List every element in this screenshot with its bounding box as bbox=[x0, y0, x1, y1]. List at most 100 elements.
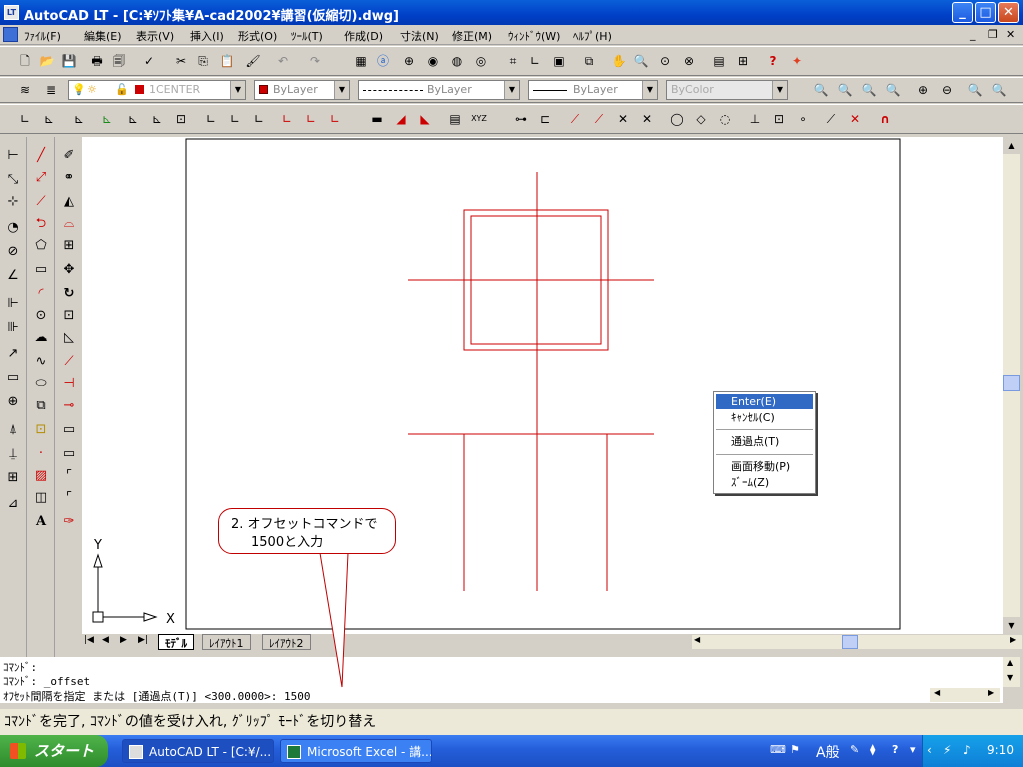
chevron-down-icon[interactable]: ▼ bbox=[642, 81, 657, 99]
line-icon[interactable]: ╱ bbox=[30, 145, 52, 167]
undo-icon[interactable]: ↶ bbox=[274, 52, 292, 70]
web-icon[interactable]: ◉ bbox=[424, 52, 442, 70]
redo-icon[interactable]: ↷ bbox=[306, 52, 324, 70]
scroll-up-arrow[interactable]: ▲ bbox=[1003, 137, 1020, 154]
ucs-x-icon[interactable]: ∟ bbox=[226, 110, 244, 128]
dim-continue-icon[interactable]: ⊪ bbox=[2, 317, 24, 339]
command-window[interactable]: ｺﾏﾝﾄﾞ: ｺﾏﾝﾄﾞ: _offset ｵﾌｾｯﾄ間隔を指定 または [通過… bbox=[0, 657, 1003, 703]
rotate-icon[interactable]: ↻ bbox=[58, 283, 80, 305]
menu-item-through[interactable]: 通過点(T) bbox=[716, 434, 813, 449]
lengthen-icon[interactable]: ⟋ bbox=[58, 351, 80, 373]
array-icon[interactable]: ⊞ bbox=[58, 235, 80, 257]
doc-restore-button[interactable]: ❐ bbox=[988, 28, 998, 41]
horizontal-scrollbar[interactable]: ◀ ▶ bbox=[692, 635, 1022, 649]
mirror-icon[interactable]: ◭ bbox=[58, 191, 80, 213]
polygon-icon[interactable]: ⮌ bbox=[30, 213, 52, 235]
spell-check-icon[interactable]: ✓ bbox=[140, 52, 158, 70]
make-block-icon[interactable]: ⊡ bbox=[30, 419, 52, 441]
new-file-icon[interactable]: 🗋 bbox=[16, 52, 34, 70]
browse-web-icon[interactable]: ◍ bbox=[448, 52, 466, 70]
doc-minimize-button[interactable]: _ bbox=[970, 28, 976, 41]
ucs-world-icon[interactable]: ∟ bbox=[16, 110, 34, 128]
dim-linear-icon[interactable]: ⊢ bbox=[2, 145, 24, 167]
clock[interactable]: 9:10 bbox=[987, 743, 1014, 757]
ime-tools-icon[interactable]: ⧫ bbox=[870, 743, 875, 756]
cmd-scroll-down-arrow[interactable]: ▼ bbox=[1007, 673, 1013, 682]
ime-pad-icon[interactable]: ✎ bbox=[850, 743, 859, 756]
scale-icon[interactable]: ⊡ bbox=[58, 305, 80, 327]
prev-tab-button[interactable]: ◀ bbox=[102, 635, 109, 645]
center-mark-icon[interactable]: ⊕ bbox=[2, 391, 24, 413]
menu-tools[interactable]: ﾂｰﾙ(T) bbox=[291, 28, 323, 44]
xyz-filter-icon[interactable]: XYZ bbox=[470, 110, 488, 128]
menu-dimension[interactable]: 寸法(N) bbox=[400, 28, 439, 44]
ime-help-icon[interactable]: ? bbox=[892, 743, 898, 756]
zoom-realtime-icon[interactable]: 🔍 bbox=[632, 52, 650, 70]
snap-perpendicular-icon[interactable]: ⊥ bbox=[746, 110, 764, 128]
save-icon[interactable]: 💾 bbox=[60, 52, 78, 70]
rectangle-draw-icon[interactable]: ▭ bbox=[30, 259, 52, 281]
last-tab-button[interactable]: ▶| bbox=[138, 635, 148, 645]
ucs-rotate-z-icon[interactable]: ∟ bbox=[326, 110, 344, 128]
dim-edit-icon[interactable]: ⍋ bbox=[2, 419, 24, 441]
dimension-aligned-icon[interactable]: ◢ bbox=[392, 110, 410, 128]
properties-icon[interactable]: ▤ bbox=[710, 52, 728, 70]
scroll-right-arrow[interactable]: ▶ bbox=[1010, 635, 1016, 644]
scroll-down-arrow[interactable]: ▼ bbox=[1003, 617, 1020, 634]
snap-endpoint-icon[interactable]: ⌗ bbox=[504, 52, 522, 70]
close-button[interactable]: ✕ bbox=[998, 2, 1019, 23]
menu-format[interactable]: 形式(O) bbox=[238, 28, 277, 44]
drawing-area[interactable]: Y X bbox=[82, 137, 1003, 634]
extend-icon[interactable]: ⊸ bbox=[58, 395, 80, 417]
menu-help[interactable]: ﾍﾙﾌﾟ(H) bbox=[573, 28, 612, 44]
leader-icon[interactable]: ↗ bbox=[2, 343, 24, 365]
menu-item-zoom[interactable]: ｽﾞｰﾑ(Z) bbox=[716, 475, 813, 490]
cmd-scroll-right-arrow[interactable]: ▶ bbox=[988, 688, 994, 697]
ucs-rotate-x-icon[interactable]: ∟ bbox=[302, 110, 320, 128]
dim-diameter-icon[interactable]: ⊘ bbox=[2, 241, 24, 263]
chevron-down-icon[interactable]: ▼ bbox=[230, 81, 245, 99]
print-preview-icon[interactable]: 🗐 bbox=[110, 52, 128, 70]
dim-radius-icon[interactable]: ◔ bbox=[2, 217, 24, 239]
snap-tangent-icon[interactable]: ◌ bbox=[716, 110, 734, 128]
layer-dropdown[interactable]: 💡 ☼ 🔓 1CENTER ▼ bbox=[68, 80, 246, 100]
adcenter-icon[interactable]: ⊞ bbox=[734, 52, 752, 70]
snap-tracking-icon[interactable]: ⊏ bbox=[536, 110, 554, 128]
ime-icon[interactable]: ⚑ bbox=[790, 743, 800, 756]
spline-icon[interactable]: ∿ bbox=[30, 351, 52, 373]
ime-mode[interactable]: A般 bbox=[816, 742, 840, 762]
minimize-button[interactable]: _ bbox=[952, 2, 973, 23]
match-properties-icon[interactable]: 🖌 bbox=[244, 52, 262, 70]
linetype-dropdown[interactable]: ByLayer ▼ bbox=[358, 80, 520, 100]
ucs-3point-icon[interactable]: ∟ bbox=[202, 110, 220, 128]
offset-icon[interactable]: ⌓ bbox=[58, 213, 80, 235]
zoom-center-icon[interactable]: 🔍 bbox=[884, 81, 902, 99]
open-file-icon[interactable]: 📂 bbox=[38, 52, 56, 70]
scroll-thumb[interactable] bbox=[1003, 375, 1020, 391]
publish-web-icon[interactable]: ◎ bbox=[472, 52, 490, 70]
dim-baseline-icon[interactable]: ⊩ bbox=[2, 293, 24, 315]
dim-text-edit-icon[interactable]: ⍊ bbox=[2, 443, 24, 465]
menu-window[interactable]: ｳｨﾝﾄﾞｳ(W) bbox=[508, 28, 560, 44]
doc-close-button[interactable]: ✕ bbox=[1006, 28, 1015, 41]
chevron-down-icon[interactable]: ▼ bbox=[334, 81, 349, 99]
snap-quadrant-icon[interactable]: ◇ bbox=[692, 110, 710, 128]
polyline-icon[interactable]: ⟋ bbox=[30, 191, 52, 213]
dim-style-icon[interactable]: ⊿ bbox=[2, 493, 24, 515]
ucs-previous-icon[interactable]: ⊾ bbox=[40, 110, 58, 128]
taskbar-item-autocad[interactable]: AutoCAD LT - [C:¥/... bbox=[122, 739, 274, 763]
dim-angular-icon[interactable]: ∠ bbox=[2, 265, 24, 287]
tab-layout1[interactable]: ﾚｲｱｳﾄ1 bbox=[202, 634, 251, 650]
rectangle-icon[interactable]: ⬠ bbox=[30, 235, 52, 257]
dim-ordinate-icon[interactable]: ⊹ bbox=[2, 191, 24, 213]
move-icon[interactable]: ✥ bbox=[58, 259, 80, 281]
h-scroll-thumb[interactable] bbox=[842, 635, 858, 649]
ucs-object-icon[interactable]: ⊾ bbox=[70, 110, 88, 128]
snap-endpoint-icon[interactable]: ⊶ bbox=[512, 110, 530, 128]
break-point-icon[interactable]: ▭ bbox=[58, 419, 80, 441]
document-icon[interactable] bbox=[3, 27, 18, 42]
design-center-icon[interactable]: ▦ bbox=[352, 52, 370, 70]
arc-icon[interactable]: ◜ bbox=[30, 283, 52, 305]
menu-insert[interactable]: 挿入(I) bbox=[190, 28, 224, 44]
maximize-button[interactable]: □ bbox=[975, 2, 996, 23]
